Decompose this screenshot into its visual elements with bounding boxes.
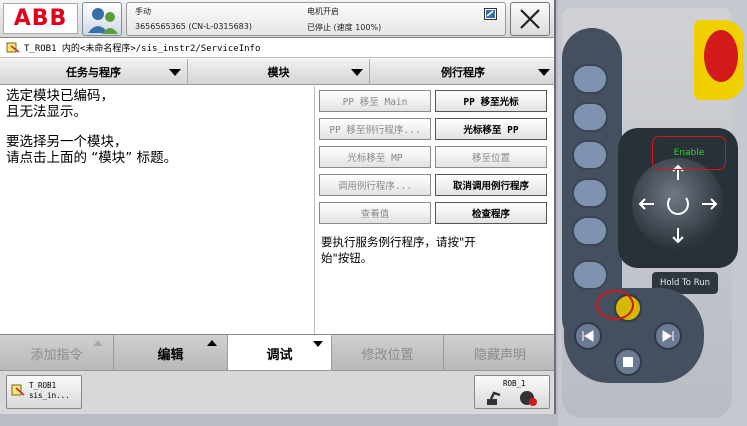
cancel-call-routine-button[interactable]: 取消调用例行程序: [435, 174, 547, 196]
goto-position-button[interactable]: 移至位置: [435, 146, 547, 168]
robot-icon: [487, 391, 501, 405]
quickset-mechunit-button[interactable]: ROB_1: [474, 375, 550, 409]
hint-line: 始"按钮。: [321, 251, 373, 265]
message-line: 且无法显示。: [6, 104, 87, 120]
joystick-arrows-icon: [638, 164, 718, 244]
hint-line: 要执行服务例行程序，请按"开: [321, 235, 476, 249]
step-back-icon: [582, 330, 594, 342]
task-line: T_ROB1: [29, 381, 57, 390]
debug-menu-panel: PP 移至 Main PP 移至光标 PP 移至例行程序... 光标移至 PP …: [314, 86, 552, 334]
chevron-up-icon: [207, 340, 217, 346]
command-bar: 添加指令 编辑 调试 修改位置 隐藏声明: [0, 334, 554, 371]
breadcrumb: T_ROB1 内的<未命名程序>/sis_instr2/ServiceInfo: [0, 38, 554, 58]
hide-declarations-label: 隐藏声明: [473, 347, 526, 363]
debug-button[interactable]: 调试: [228, 335, 332, 371]
hold-to-run-label: Hold To Run: [660, 278, 710, 288]
modify-position-button[interactable]: 修改位置: [332, 335, 444, 371]
speed-icon: [520, 391, 537, 406]
program-editor-icon: [11, 384, 25, 396]
programmable-key-2[interactable]: [572, 102, 608, 132]
motion-mode-key[interactable]: [572, 178, 608, 208]
stop-knob-icon: [704, 30, 738, 82]
user-icon: [88, 8, 118, 34]
abb-menu-button[interactable]: ABB: [3, 3, 78, 34]
chevron-down-icon: [313, 341, 323, 347]
module-message: 选定模块已编码， 且无法显示。 要选择另一个模块， 请点击上面的 “模块” 标题…: [6, 88, 306, 166]
joystick[interactable]: [632, 158, 724, 250]
pendant-body: Enable Hold To Run: [562, 8, 744, 418]
chevron-down-icon: [169, 69, 181, 76]
chevron-down-icon: [538, 69, 550, 76]
check-program-button[interactable]: 检查程序: [435, 202, 547, 224]
chevron-up-icon: [93, 340, 103, 346]
message-line: 请点击上面的 “模块” 标题。: [6, 150, 178, 166]
start-button-highlight: [596, 290, 634, 320]
tab-routines[interactable]: 例行程序: [370, 59, 554, 85]
event-log-icon[interactable]: [484, 8, 497, 20]
message-line: 选定模块已编码，: [6, 88, 114, 104]
minus-key[interactable]: [572, 260, 608, 290]
edit-label: 编辑: [157, 347, 184, 363]
view-value-button[interactable]: 查看值: [319, 202, 431, 224]
emergency-stop-button[interactable]: [694, 20, 744, 100]
edit-button[interactable]: 编辑: [114, 335, 228, 371]
mechunit-label: ROB_1: [503, 379, 526, 388]
operating-mode: 手动: [135, 7, 151, 16]
tab-label: 任务与程序: [66, 66, 121, 79]
chevron-down-icon: [351, 69, 363, 76]
tab-modules[interactable]: 模块: [188, 59, 370, 85]
top-bar: ABB 手动 3656565365 (CN-L-0315683) 电机开启 已停…: [0, 0, 554, 38]
tab-label: 例行程序: [441, 66, 485, 79]
hide-declarations-button[interactable]: 隐藏声明: [444, 335, 554, 371]
breadcrumb-path: T_ROB1 内的<未命名程序>/sis_instr2/ServiceInfo: [24, 44, 261, 54]
stop-icon: [623, 357, 633, 367]
program-editor-icon: [6, 42, 20, 53]
run-state: 已停止 (速度 100%): [307, 23, 382, 32]
task-line: sis_in...: [29, 391, 70, 400]
pp-to-cursor-button[interactable]: PP 移至光标: [435, 90, 547, 112]
pendant-hardware: Enable Hold To Run: [558, 0, 747, 426]
call-routine-button[interactable]: 调用例行程序...: [319, 174, 431, 196]
quickset-user-button[interactable]: [82, 2, 122, 36]
status-bar[interactable]: 手动 3656565365 (CN-L-0315683) 电机开启 已停止 (速…: [126, 2, 506, 36]
programmable-key-1[interactable]: [572, 64, 608, 94]
debug-label: 调试: [266, 348, 293, 363]
message-line: 要选择另一个模块，: [6, 134, 128, 150]
close-button[interactable]: [510, 2, 550, 36]
motor-state: 电机开启: [307, 7, 339, 16]
editor-tab-row: 任务与程序 模块 例行程序: [0, 59, 554, 85]
controller-id: 3656565365 (CN-L-0315683): [135, 22, 252, 31]
modify-position-label: 修改位置: [361, 347, 414, 363]
run-control-pad: [564, 288, 704, 383]
enable-label: Enable: [673, 148, 705, 158]
stop-button[interactable]: [614, 348, 642, 376]
step-backward-button[interactable]: [574, 322, 602, 350]
pp-to-main-button[interactable]: PP 移至 Main: [319, 90, 431, 112]
cursor-to-mp-button[interactable]: 光标移至 MP: [319, 146, 431, 168]
service-routine-hint: 要执行服务例行程序，请按"开 始"按钮。: [321, 234, 547, 266]
taskbar: T_ROB1 sis_in... ROB_1: [0, 370, 554, 414]
add-instruction-button[interactable]: 添加指令: [0, 335, 114, 371]
tab-label: 模块: [267, 66, 290, 79]
mechunit-select-key[interactable]: [572, 140, 608, 170]
increment-key[interactable]: [572, 216, 608, 246]
tab-tasks-and-programs[interactable]: 任务与程序: [0, 59, 188, 85]
add-instruction-label: 添加指令: [30, 347, 83, 363]
step-forward-button[interactable]: [654, 322, 682, 350]
close-icon: [520, 9, 540, 29]
enable-indicator: Enable: [652, 136, 726, 170]
flexpendant-screen: ABB 手动 3656565365 (CN-L-0315683) 电机开启 已停…: [0, 0, 556, 414]
cursor-to-pp-button[interactable]: 光标移至 PP: [435, 118, 547, 140]
abb-logo: ABB: [13, 6, 68, 31]
taskbar-program-editor[interactable]: T_ROB1 sis_in...: [6, 375, 82, 409]
step-forward-icon: [662, 330, 674, 342]
pp-to-routine-button[interactable]: PP 移至例行程序...: [319, 118, 431, 140]
